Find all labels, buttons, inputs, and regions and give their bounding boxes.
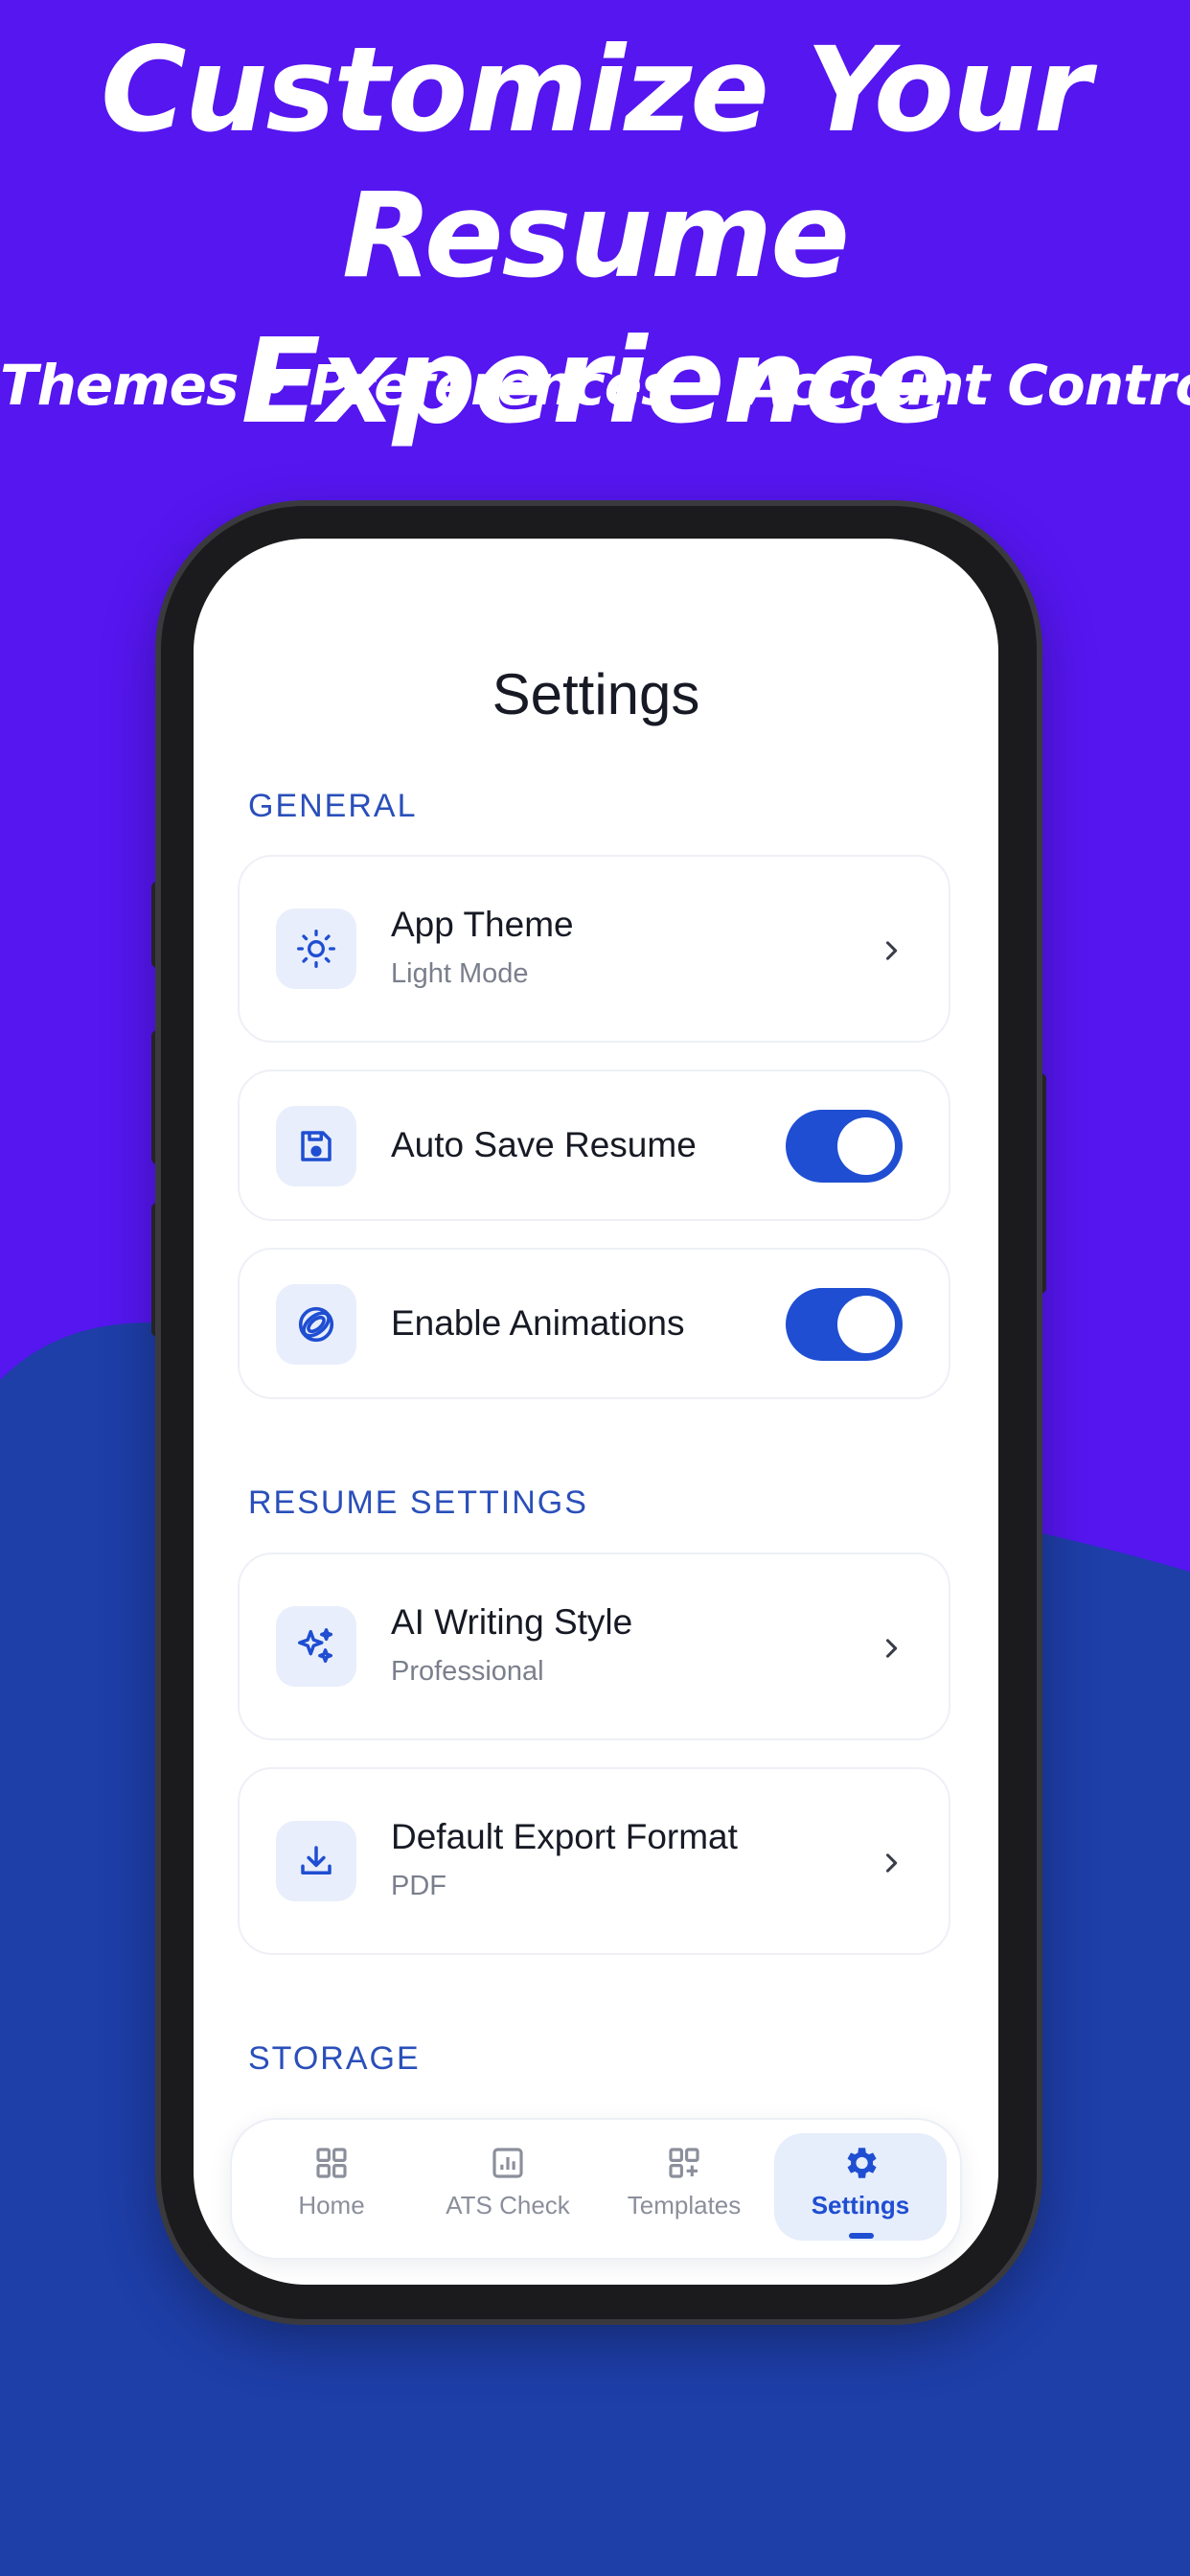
tab-home-label: Home bbox=[298, 2191, 365, 2220]
chart-doc-icon bbox=[492, 2148, 523, 2178]
sparkles-icon bbox=[276, 1606, 356, 1687]
rings-icon bbox=[276, 1284, 356, 1365]
active-tab-indicator bbox=[849, 2233, 874, 2239]
default-export-format-label: Default Export Format bbox=[391, 1817, 738, 1856]
sun-icon bbox=[276, 908, 356, 989]
chevron-right-icon bbox=[885, 941, 898, 960]
promo-subline: Themes • Preferences • Account Control bbox=[0, 353, 1190, 418]
app-theme-row[interactable]: App Theme Light Mode bbox=[238, 855, 950, 1043]
tab-ats-check-label: ATS Check bbox=[446, 2191, 570, 2220]
grid-icon bbox=[316, 2148, 347, 2178]
floppy-disk-icon bbox=[276, 1106, 356, 1186]
toggle-knob bbox=[837, 1296, 895, 1353]
tab-templates[interactable]: Templates bbox=[598, 2133, 770, 2241]
tab-templates-label: Templates bbox=[627, 2191, 742, 2220]
section-general-label: GENERAL bbox=[248, 788, 418, 824]
phone-screen: Settings GENERAL App Theme Light Mode Au… bbox=[194, 539, 998, 2285]
bottom-tab-bar: Home ATS Check Templates Settings bbox=[230, 2118, 962, 2260]
app-theme-value: Light Mode bbox=[391, 958, 529, 989]
auto-save-row: Auto Save Resume bbox=[238, 1070, 950, 1221]
tab-settings[interactable]: Settings bbox=[774, 2133, 947, 2241]
headline-line-1: Customize Your bbox=[101, 22, 1091, 158]
tab-settings-label: Settings bbox=[811, 2191, 910, 2220]
grid-plus-icon bbox=[669, 2148, 699, 2178]
default-export-format-row[interactable]: Default Export Format PDF bbox=[238, 1767, 950, 1955]
auto-save-label: Auto Save Resume bbox=[391, 1125, 697, 1164]
ai-writing-style-value: Professional bbox=[391, 1656, 544, 1687]
page-title: Settings bbox=[492, 662, 700, 726]
section-resume-settings-label: RESUME SETTINGS bbox=[248, 1484, 588, 1521]
section-storage-label: STORAGE bbox=[248, 2040, 421, 2077]
toggle-knob bbox=[837, 1117, 895, 1175]
enable-animations-row: Enable Animations bbox=[238, 1248, 950, 1399]
enable-animations-label: Enable Animations bbox=[391, 1303, 685, 1343]
ai-writing-style-row[interactable]: AI Writing Style Professional bbox=[238, 1552, 950, 1740]
chevron-right-icon bbox=[885, 1639, 898, 1658]
chevron-right-icon bbox=[885, 1853, 898, 1873]
ai-writing-style-label: AI Writing Style bbox=[391, 1602, 633, 1642]
tab-home[interactable]: Home bbox=[245, 2133, 418, 2241]
default-export-format-value: PDF bbox=[391, 1871, 446, 1901]
download-icon bbox=[276, 1821, 356, 1901]
gear-icon bbox=[847, 2148, 877, 2178]
enable-animations-toggle[interactable] bbox=[786, 1288, 903, 1361]
tab-ats-check[interactable]: ATS Check bbox=[422, 2133, 594, 2241]
app-theme-label: App Theme bbox=[391, 905, 574, 944]
auto-save-toggle[interactable] bbox=[786, 1110, 903, 1183]
